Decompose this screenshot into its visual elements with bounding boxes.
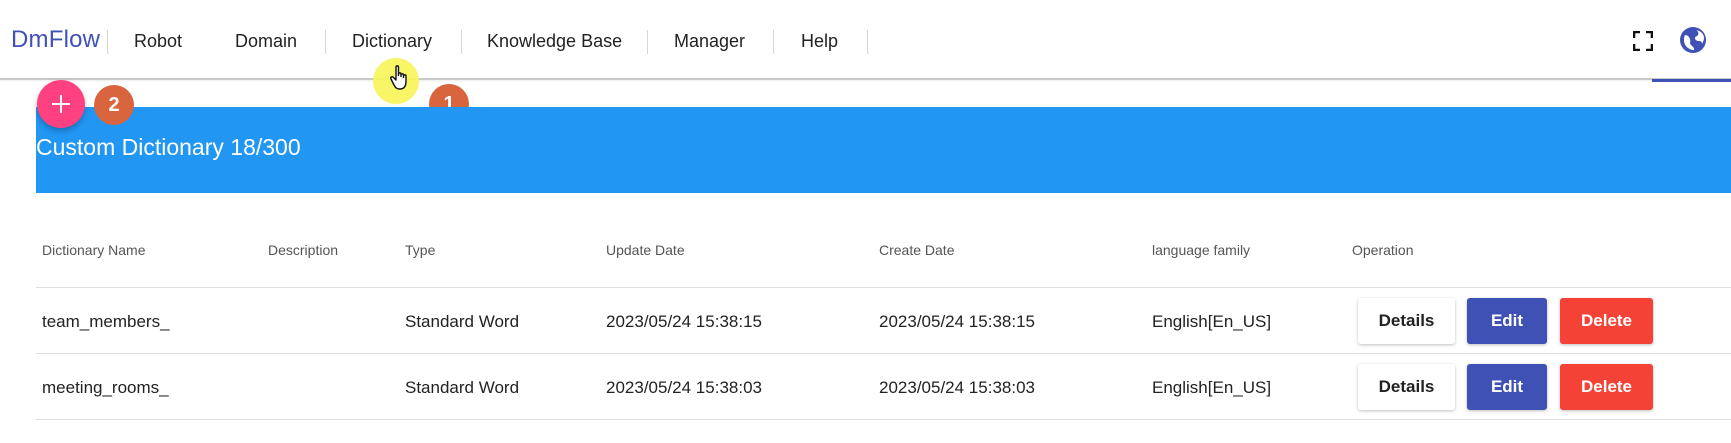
cell-update-date: 2023/05/24 15:38:03	[606, 378, 762, 397]
page-title: Custom Dictionary 18/300	[36, 134, 301, 160]
nav-item-knowledge-base[interactable]: Knowledge Base	[487, 31, 622, 52]
table-divider	[36, 353, 1731, 354]
delete-button[interactable]: Delete	[1560, 364, 1653, 410]
nav-divider	[461, 30, 462, 54]
cell-type: Standard Word	[405, 378, 520, 397]
edit-button[interactable]: Edit	[1467, 364, 1547, 410]
nav-divider	[867, 30, 868, 54]
fullscreen-icon[interactable]	[1632, 30, 1654, 56]
column-header-operation: Operation	[1352, 242, 1414, 258]
nav-item-help[interactable]: Help	[801, 31, 838, 52]
nav-divider	[647, 30, 648, 54]
add-dictionary-button[interactable]	[37, 80, 85, 128]
globe-icon[interactable]	[1679, 26, 1707, 59]
nav-item-dictionary[interactable]: Dictionary	[352, 31, 432, 52]
table-divider	[36, 419, 1731, 420]
cell-dictionary-name[interactable]: team_members_	[42, 312, 170, 332]
top-navigation-bar: DmFlow Robot Domain Dictionary Knowledge…	[0, 0, 1731, 80]
cell-language-family: English[En_US]	[1152, 312, 1272, 331]
column-header-dictionary-name: Dictionary Name	[42, 242, 146, 258]
active-tab-indicator	[1652, 79, 1731, 82]
cell-create-date: 2023/05/24 15:38:15	[879, 312, 1035, 331]
nav-item-domain[interactable]: Domain	[235, 31, 297, 52]
nav-item-manager[interactable]: Manager	[674, 31, 745, 52]
column-header-update-date: Update Date	[606, 242, 685, 258]
cell-language-family: English[En_US]	[1152, 378, 1272, 397]
step-marker-2: 2	[94, 85, 134, 125]
brand-logo[interactable]: DmFlow	[11, 26, 100, 54]
column-header-type: Type	[405, 242, 436, 258]
nav-divider	[107, 30, 108, 54]
delete-button[interactable]: Delete	[1560, 298, 1653, 344]
cell-create-date: 2023/05/24 15:38:03	[879, 378, 1035, 397]
details-button[interactable]: Details	[1358, 298, 1455, 344]
nav-divider	[773, 30, 774, 54]
cell-dictionary-name[interactable]: meeting_rooms_	[42, 378, 169, 398]
column-header-description: Description	[268, 242, 339, 258]
edit-button[interactable]: Edit	[1467, 298, 1547, 344]
cell-update-date: 2023/05/24 15:38:15	[606, 312, 762, 331]
details-button[interactable]: Details	[1358, 364, 1455, 410]
column-header-language-family: language family	[1152, 242, 1251, 258]
nav-item-robot[interactable]: Robot	[134, 31, 182, 52]
nav-divider	[325, 30, 326, 54]
column-header-create-date: Create Date	[879, 242, 955, 258]
cell-type: Standard Word	[405, 312, 520, 331]
hand-cursor-icon	[389, 64, 411, 92]
table-divider	[36, 287, 1731, 288]
